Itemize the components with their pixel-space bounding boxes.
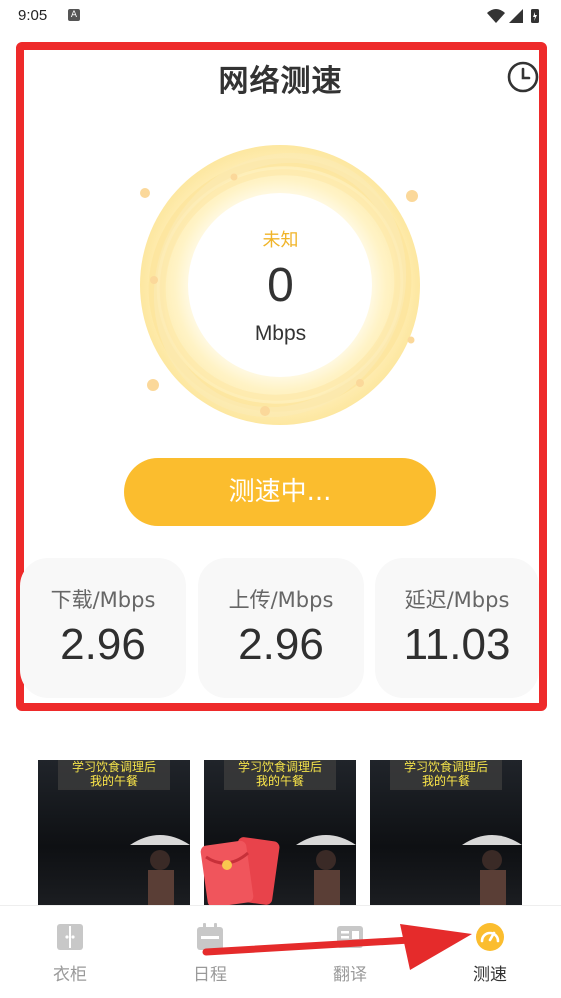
- ad-caption-line1: 学习饮食调理后: [403, 760, 488, 774]
- download-label: 下载/Mbps: [50, 588, 156, 612]
- ad-thumbnail[interactable]: 学习饮食调理后 我的午餐: [370, 760, 522, 905]
- wifi-icon: [487, 9, 505, 23]
- red-envelope-icon[interactable]: [200, 835, 280, 907]
- gauge-dot: [356, 379, 364, 387]
- wardrobe-icon: [57, 924, 83, 950]
- speed-test-button[interactable]: 测速中...: [124, 458, 436, 526]
- latency-stat-card: 延迟/Mbps 11.03: [375, 558, 539, 698]
- person-umbrella-image: [130, 835, 190, 905]
- status-bar: 9:05 A: [0, 0, 561, 34]
- gauge-dot: [147, 379, 159, 391]
- ad-caption-line2: 我的午餐: [89, 774, 138, 788]
- gauge-unit: Mbps: [254, 322, 307, 345]
- ad-caption: 学习饮食调理后 我的午餐: [224, 760, 336, 790]
- signal-icon: [509, 9, 523, 23]
- ad-caption-line2: 我的午餐: [255, 774, 304, 788]
- download-value: 2.96: [60, 620, 146, 669]
- gauge-dot: [260, 406, 270, 416]
- latency-value: 11.03: [403, 620, 511, 669]
- ad-caption: 学习饮食调理后 我的午餐: [58, 760, 170, 790]
- annotation-arrow: [202, 924, 472, 970]
- ad-caption-line1: 学习饮食调理后: [71, 760, 156, 774]
- gauge-dot: [230, 173, 238, 181]
- page-title: 网络测速: [218, 64, 343, 99]
- nav-item-wardrobe[interactable]: 衣柜: [20, 906, 120, 998]
- person-umbrella-image: [462, 835, 522, 905]
- upload-value: 2.96: [238, 620, 324, 669]
- gauge-speed-value: 0: [267, 259, 294, 312]
- download-stat-card: 下载/Mbps 2.96: [20, 558, 186, 698]
- ad-caption: 学习饮食调理后 我的午餐: [390, 760, 502, 790]
- system-status-icons: [487, 9, 539, 23]
- clock-icon[interactable]: [506, 60, 540, 94]
- gauge-status-text: 未知: [262, 230, 299, 251]
- ad-caption-line2: 我的午餐: [421, 774, 470, 788]
- gauge-dot: [140, 188, 150, 198]
- upload-label: 上传/Mbps: [228, 588, 334, 612]
- latency-label: 延迟/Mbps: [404, 588, 510, 612]
- ad-thumbnail[interactable]: 学习饮食调理后 我的午餐: [38, 760, 190, 905]
- notification-icon: A: [68, 9, 80, 21]
- status-time: 9:05: [18, 7, 48, 24]
- gauge-dot: [406, 190, 418, 202]
- ad-banner[interactable]: 学习饮食调理后 我的午餐 学习饮食调理后 我的午餐 学习饮食调理后 我的午餐: [38, 760, 522, 905]
- upload-stat-card: 上传/Mbps 2.96: [198, 558, 364, 698]
- ad-caption-line1: 学习饮食调理后: [237, 760, 322, 774]
- person-umbrella-image: [296, 835, 356, 905]
- nav-label-wardrobe: 衣柜: [53, 965, 87, 985]
